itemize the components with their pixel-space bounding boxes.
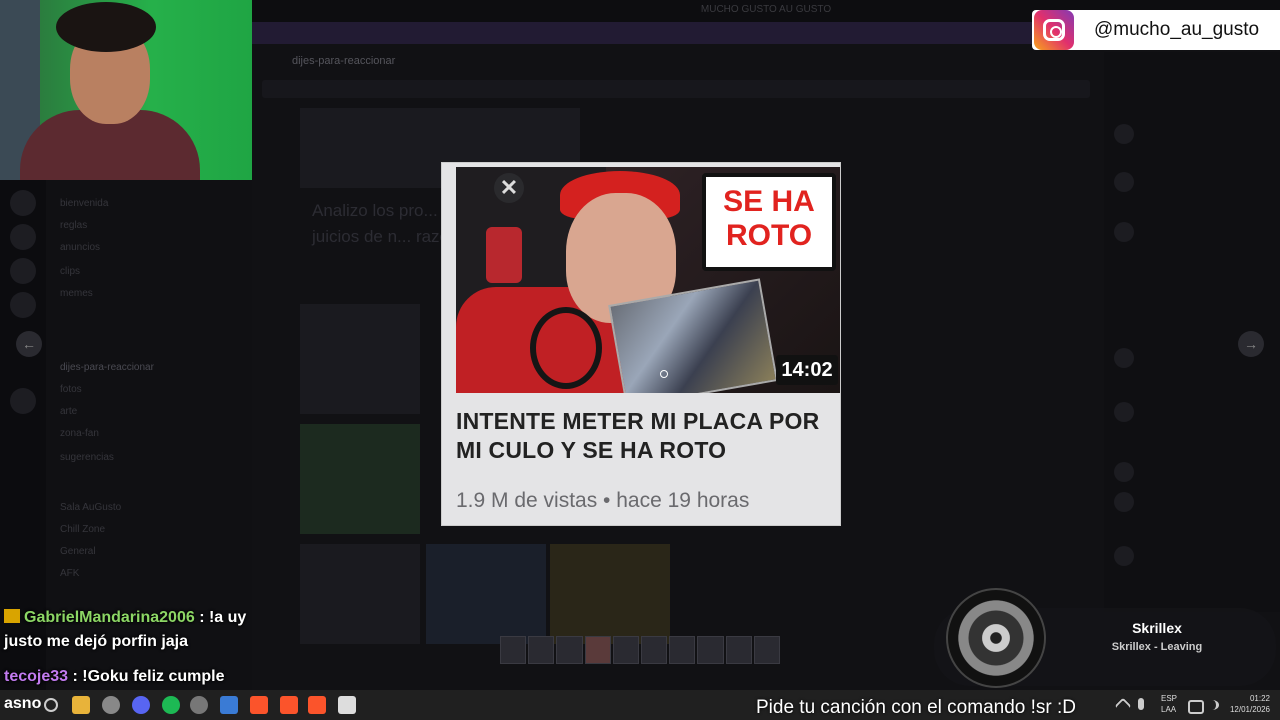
microphone-icon[interactable] [1138, 698, 1144, 710]
server-icon[interactable] [10, 224, 36, 250]
bubble-text: SE HA ROTO [723, 185, 815, 252]
image-lightbox[interactable]: ✕ SE HA ROTO 14:02 INTENTE METER MI PLAC… [441, 162, 841, 526]
headphones-icon [530, 307, 602, 389]
channel-item[interactable]: zona-fan [60, 428, 99, 439]
voice-channel[interactable]: AFK [60, 568, 79, 579]
file-icon[interactable] [338, 696, 356, 714]
gallery-thumb[interactable] [697, 636, 724, 664]
gallery-thumbnails [500, 636, 781, 664]
video-meta: 1.9 M de vistas • hace 19 horas [456, 489, 750, 512]
album-art [946, 588, 1046, 688]
network-icon[interactable] [1188, 700, 1204, 714]
post-image [426, 544, 546, 644]
app-icon[interactable] [220, 696, 238, 714]
app-icon[interactable] [190, 696, 208, 714]
chat-message: tecoje33 : !Goku feliz cumple [4, 665, 254, 689]
instagram-handle: @mucho_au_gusto [1094, 19, 1260, 40]
channel-item[interactable]: sugerencias [60, 452, 114, 463]
clock-date[interactable]: 12/01/2026 [1224, 705, 1270, 714]
chat-text: : !Goku feliz cumple [72, 668, 225, 685]
video-title: INTENTE METER MI PLACA POR MI CULO Y SE … [456, 408, 820, 463]
video-thumbnail: ✕ SE HA ROTO 14:02 [456, 167, 840, 393]
gallery-thumb[interactable] [528, 636, 555, 664]
channel-item[interactable]: reglas [60, 220, 87, 231]
video-duration: 14:02 [776, 355, 838, 385]
post-image [550, 544, 670, 644]
notice-banner [252, 22, 1042, 44]
x-logo-icon: ✕ [494, 173, 524, 203]
channel-item-active[interactable]: dijes-para-reaccionar [60, 362, 154, 373]
taskbar-label: asno [4, 695, 42, 712]
now-playing-artist: Skrillex [1132, 620, 1182, 636]
brave-icon[interactable] [308, 696, 326, 714]
avatar[interactable] [1114, 348, 1134, 368]
now-playing-track: Skrillex - Leaving [1111, 641, 1203, 653]
next-arrow-icon[interactable]: → [1238, 331, 1264, 357]
webcam-feed [0, 0, 252, 180]
channel-item[interactable]: fotos [60, 384, 82, 395]
server-icon[interactable] [10, 258, 36, 284]
language-indicator[interactable]: ESP [1161, 694, 1177, 703]
instagram-badge: @mucho_au_gusto [1032, 10, 1280, 50]
gallery-thumb[interactable] [725, 636, 752, 664]
clock-time[interactable]: 01:22 [1230, 694, 1270, 703]
speaker-icon[interactable] [1206, 700, 1219, 710]
spotify-icon[interactable] [162, 696, 180, 714]
channel-header: dijes-para-reaccionar [252, 52, 1112, 74]
chevron-up-icon[interactable] [1114, 697, 1132, 715]
avatar[interactable] [1114, 462, 1134, 482]
post-image [300, 424, 420, 534]
instagram-icon [1034, 10, 1074, 50]
gallery-thumb[interactable] [669, 636, 696, 664]
chat-username: GabrielMandarina2006 [24, 609, 195, 626]
chat-message: GabrielMandarina2006 : !a uy justo me de… [4, 606, 254, 654]
search-icon[interactable] [44, 698, 58, 712]
crown-badge-icon [4, 609, 20, 623]
notice-bar [262, 80, 1090, 98]
voice-channel[interactable]: Chill Zone [60, 524, 105, 535]
avatar[interactable] [1114, 546, 1134, 566]
folder-icon[interactable] [72, 696, 90, 714]
server-icon[interactable] [10, 292, 36, 318]
brave-icon[interactable] [280, 696, 298, 714]
voice-channel[interactable]: Sala AuGusto [60, 502, 121, 513]
gallery-thumb[interactable] [500, 636, 527, 664]
gallery-thumb-active[interactable] [584, 636, 611, 664]
channel-item[interactable]: memes [60, 288, 93, 299]
channel-item[interactable]: bienvenida [60, 198, 108, 209]
discord-icon[interactable] [132, 696, 150, 714]
channel-item[interactable]: clips [60, 266, 80, 277]
post-image [300, 304, 420, 414]
server-icon[interactable] [10, 388, 36, 414]
voice-channel[interactable]: General [60, 546, 96, 557]
speech-bubble: SE HA ROTO [702, 173, 836, 271]
gallery-thumb[interactable] [641, 636, 668, 664]
avatar[interactable] [1114, 222, 1134, 242]
channel-item[interactable]: anuncios [60, 242, 100, 253]
channel-name: dijes-para-reaccionar [292, 55, 396, 67]
avatar[interactable] [1114, 172, 1134, 192]
streamer-hair [56, 2, 156, 52]
avatar[interactable] [1114, 492, 1134, 512]
avatar[interactable] [1114, 402, 1134, 422]
cursor-icon [660, 370, 668, 378]
gallery-thumb[interactable] [612, 636, 640, 664]
gallery-thumb[interactable] [556, 636, 583, 664]
previous-arrow-icon[interactable]: ← [16, 331, 42, 357]
avatar[interactable] [1114, 124, 1134, 144]
chat-username: tecoje33 [4, 668, 69, 685]
brave-icon[interactable] [250, 696, 268, 714]
steam-icon[interactable] [102, 696, 120, 714]
keyboard-layout[interactable]: LAA [1161, 705, 1176, 714]
song-request-ticker: Pide tu canción con el comando !sr :D [756, 697, 1077, 718]
channel-item[interactable]: arte [60, 406, 77, 417]
gallery-thumb[interactable] [753, 636, 781, 664]
taskbar: asno [0, 690, 1280, 720]
server-icon[interactable] [10, 190, 36, 216]
post-image [300, 544, 420, 644]
